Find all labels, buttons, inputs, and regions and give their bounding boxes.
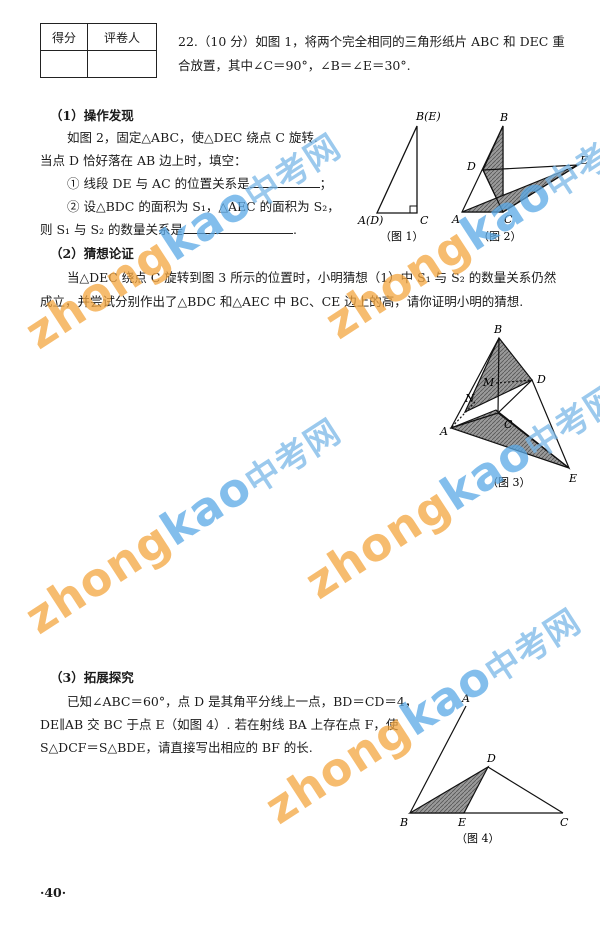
fig3-label-E: E [568, 472, 577, 485]
fig2-label-B: B [499, 111, 508, 124]
page-number: ·40· [40, 885, 67, 900]
fig1-triangle [375, 125, 418, 214]
fig1-label-A: A(D) [357, 214, 383, 227]
fig2-label-D: D [466, 160, 476, 173]
fig1-label-C: C [420, 214, 429, 227]
fig3-label-N: N [464, 392, 475, 405]
figure-1 [375, 125, 418, 214]
fig4-label-D: D [486, 752, 496, 765]
fig4-label-C: C [560, 816, 569, 829]
fig3-label-B: B [493, 323, 502, 336]
fig4-label-B: B [399, 816, 408, 829]
fig1-label-B: B(E) [415, 110, 441, 123]
fig3-label-A: A [439, 425, 448, 438]
fig1-right-angle-mark [409, 205, 417, 213]
fig4-segment-dc [487, 766, 564, 814]
fig4-label-E: E [457, 816, 466, 829]
fig3-label-M: M [482, 376, 495, 389]
fig3-label-D: D [536, 373, 546, 386]
fig4-caption: （图 4） [456, 832, 500, 845]
